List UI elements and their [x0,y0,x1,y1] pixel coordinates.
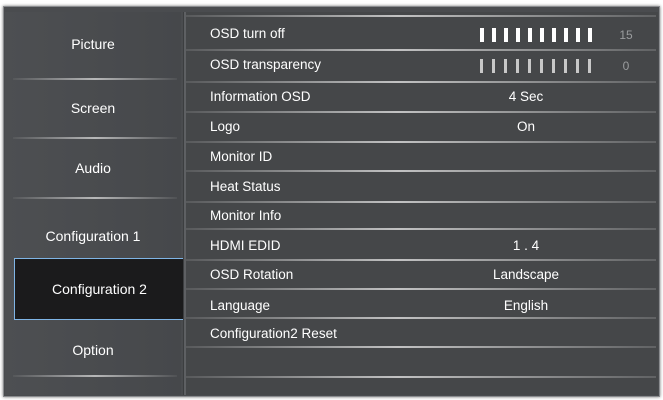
setting-label: OSD transparency [210,57,322,72]
slider-tick [480,59,483,73]
nav-item-label: Screen [70,100,116,116]
setting-label: Monitor ID [210,149,273,164]
setting-label: HDMI EDID [210,238,281,253]
slider-tick [504,28,508,42]
row-divider [186,111,656,113]
setting-value: 4 Sec [508,89,544,104]
setting-row-logo[interactable]: Logo On [186,114,658,141]
slider-tick [540,59,543,73]
slider-tick [564,59,567,73]
nav-item-screen[interactable]: Screen [5,100,181,116]
setting-value: Landscape [492,267,560,282]
osd-window: Picture Screen Audio Configuration 1 Con… [0,0,663,400]
nav-item-configuration-1[interactable]: Configuration 1 [5,228,181,244]
setting-value: English [503,298,549,313]
row-divider [186,141,656,143]
nav-item-audio[interactable]: Audio [5,160,181,176]
setting-value: On [516,119,535,134]
row-divider [186,317,656,319]
slider-tick [576,59,579,73]
nav-item-label: Option [72,342,114,358]
slider-tick [540,28,544,42]
nav-item-label: Configuration 2 [52,281,147,297]
nav-item-option[interactable]: Option [5,342,181,358]
nav-divider [13,375,177,377]
slider-tick [528,59,531,73]
row-divider [186,170,656,172]
category-nav: Picture Screen Audio Configuration 1 Con… [5,12,185,395]
slider-tick [552,28,556,42]
nav-divider [13,137,177,139]
setting-value: 1 . 4 [512,238,540,253]
setting-row-osd-rotation[interactable]: OSD Rotation Landscape [186,262,658,289]
nav-item-picture[interactable]: Picture [5,36,181,52]
row-divider [186,81,656,83]
slider-tick [588,28,592,42]
nav-divider [13,78,177,80]
setting-row-osd-turn-off[interactable]: OSD turn off 15 [186,21,658,48]
row-divider [186,15,656,17]
settings-list: OSD turn off 15 OSD transparency 0 Infor… [186,12,658,395]
slider-tick [480,28,484,42]
row-divider [186,346,656,348]
nav-divider [13,197,177,199]
row-divider [186,288,656,290]
slider-tick [552,59,555,73]
slider-tick [492,59,495,73]
setting-label: Language [210,298,271,313]
slider-tick [564,28,568,42]
slider-tick [492,28,496,42]
slider-tick [504,59,507,73]
setting-label: OSD turn off [210,26,285,41]
setting-label: Monitor Info [210,208,282,223]
setting-row-heat-status[interactable]: Heat Status [186,174,658,201]
setting-row-monitor-info[interactable]: Monitor Info [186,203,658,230]
slider-tick [588,59,591,73]
row-divider [186,228,656,230]
nav-item-label: Configuration 1 [45,228,141,244]
row-divider [186,376,656,378]
row-divider [186,259,656,261]
setting-label: Logo [210,119,241,134]
setting-label: Configuration2 Reset [210,326,337,341]
slider-tick [576,28,580,42]
setting-row-monitor-id[interactable]: Monitor ID [186,144,658,171]
setting-row-configuration2-reset[interactable]: Configuration2 Reset [186,321,658,348]
row-divider [186,49,656,51]
setting-row-hdmi-edid[interactable]: HDMI EDID 1 . 4 [186,233,658,260]
slider-tick [528,28,532,42]
setting-label: Heat Status [210,179,281,194]
nav-item-label: Audio [75,160,111,176]
slider-value: 0 [622,59,630,73]
slider-tick [516,28,520,42]
nav-item-label: Picture [71,36,115,52]
setting-label: OSD Rotation [210,267,294,282]
slider-value: 15 [619,28,633,42]
slider-tick [516,59,519,73]
setting-row-language[interactable]: Language English [186,293,658,320]
setting-row-osd-transparency[interactable]: OSD transparency 0 [186,52,658,79]
setting-label: Information OSD [210,89,311,104]
setting-row-information-osd[interactable]: Information OSD 4 Sec [186,84,658,111]
nav-item-configuration-2[interactable]: Configuration 2 [14,258,185,320]
